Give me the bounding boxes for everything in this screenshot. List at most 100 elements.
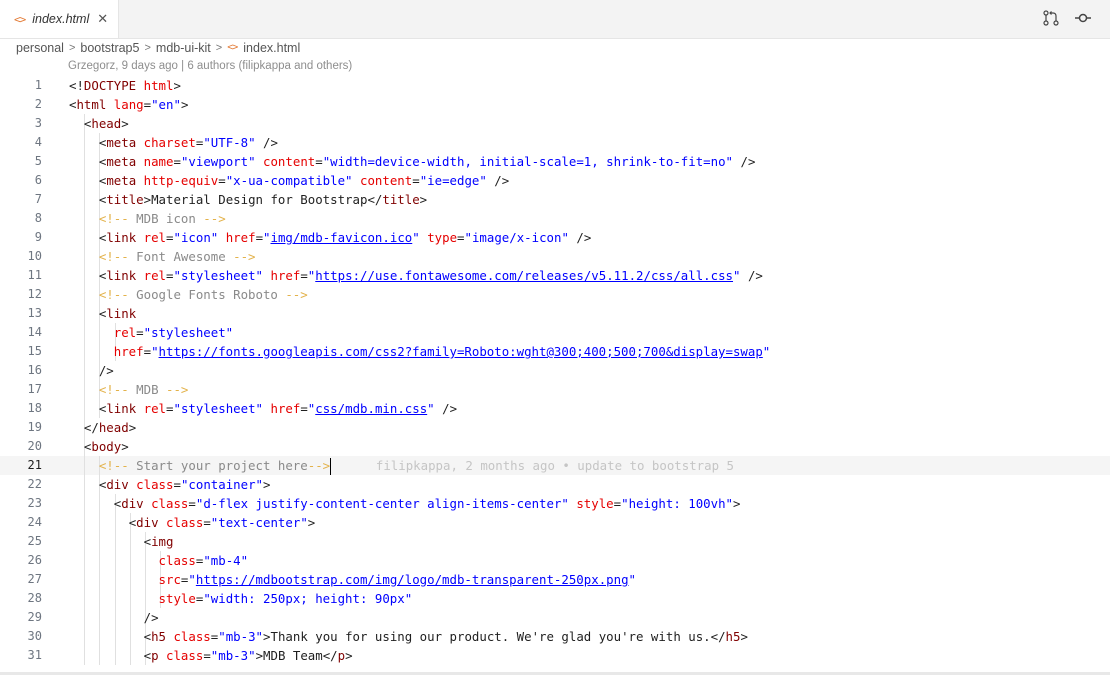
- close-icon[interactable]: ✕: [97, 12, 108, 27]
- code-line[interactable]: 4 <meta charset="UTF-8" />: [0, 133, 1110, 152]
- code-text: <!-- Start your project here--> filipkap…: [98, 458, 734, 475]
- html-code-icon: <>: [227, 42, 238, 53]
- line-number: 26: [27, 553, 42, 567]
- code-line[interactable]: 19 </head>: [0, 418, 1110, 437]
- code-line[interactable]: 13 <link: [0, 304, 1110, 323]
- code-text: <link: [98, 306, 137, 321]
- code-editor[interactable]: 1 <!DOCTYPE html> 2 <html lang="en"> 3 <head…: [0, 76, 1110, 665]
- code-line[interactable]: 28 style="width: 250px; height: 90px": [0, 589, 1110, 608]
- code-line[interactable]: 3 <head>: [0, 114, 1110, 133]
- code-line[interactable]: 7 <title>Material Design for Bootstrap</…: [0, 190, 1110, 209]
- code-text: <link rel="icon" href="img/mdb-favicon.i…: [98, 230, 592, 245]
- line-number: 2: [34, 97, 42, 111]
- code-text: <!-- Font Awesome -->: [98, 249, 256, 264]
- chevron-right-icon: >: [144, 41, 151, 54]
- line-number: 10: [27, 249, 42, 263]
- code-text: </head>: [83, 420, 137, 435]
- breadcrumb: personal > bootstrap5 > mdb-ui-kit > <> …: [16, 38, 300, 57]
- code-line[interactable]: 8 <!-- MDB icon -->: [0, 209, 1110, 228]
- line-number: 27: [27, 572, 42, 586]
- line-number: 17: [27, 382, 42, 396]
- breadcrumb-item-mdb-ui-kit[interactable]: mdb-ui-kit: [156, 41, 211, 55]
- code-text: <body>: [83, 439, 129, 454]
- code-line[interactable]: 11 <link rel="stylesheet" href="https://…: [0, 266, 1110, 285]
- tab-bar: <> index.html ✕: [0, 0, 1110, 39]
- line-number: 1: [34, 78, 42, 92]
- code-text: class="mb-4": [158, 553, 249, 568]
- tab-index-html[interactable]: <> index.html ✕: [0, 0, 119, 38]
- line-number: 22: [27, 477, 42, 491]
- code-line[interactable]: 1 <!DOCTYPE html>: [0, 76, 1110, 95]
- code-line[interactable]: 31 <p class="mb-3">MDB Team</p>: [0, 646, 1110, 665]
- code-line[interactable]: 30 <h5 class="mb-3">Thank you for using …: [0, 627, 1110, 646]
- chevron-right-icon: >: [68, 41, 76, 54]
- code-text: />: [98, 363, 114, 378]
- code-text: <div class="d-flex justify-content-cente…: [113, 496, 741, 511]
- code-line[interactable]: 22 <div class="container">: [0, 475, 1110, 494]
- code-line[interactable]: 25 <img: [0, 532, 1110, 551]
- code-text: <meta charset="UTF-8" />: [98, 135, 278, 150]
- editor-actions: [1042, 9, 1092, 27]
- line-number: 16: [27, 363, 42, 377]
- code-line[interactable]: 21 <!-- Start your project here--> filip…: [0, 456, 1110, 475]
- code-line[interactable]: 29 />: [0, 608, 1110, 627]
- html-code-icon: <>: [14, 12, 26, 26]
- code-line[interactable]: 26 class="mb-4": [0, 551, 1110, 570]
- code-line[interactable]: 17 <!-- MDB -->: [0, 380, 1110, 399]
- line-number: 23: [27, 496, 42, 510]
- code-text: <div class="text-center">: [128, 515, 316, 530]
- code-text: <!DOCTYPE html>: [69, 78, 181, 93]
- line-number: 7: [34, 192, 42, 206]
- code-text: <meta name="viewport" content="width=dev…: [98, 154, 756, 169]
- line-number: 30: [27, 629, 42, 643]
- line-number: 18: [27, 401, 42, 415]
- code-line[interactable]: 24 <div class="text-center">: [0, 513, 1110, 532]
- line-number: 12: [27, 287, 42, 301]
- code-line[interactable]: 12 <!-- Google Fonts Roboto -->: [0, 285, 1110, 304]
- line-number: 28: [27, 591, 42, 605]
- code-text: <link rel="stylesheet" href="https://use…: [98, 268, 763, 283]
- breadcrumb-item-personal[interactable]: personal: [16, 41, 64, 55]
- code-text: rel="stylesheet": [113, 325, 234, 340]
- code-line[interactable]: 10 <!-- Font Awesome -->: [0, 247, 1110, 266]
- code-line[interactable]: 9 <link rel="icon" href="img/mdb-favicon…: [0, 228, 1110, 247]
- breadcrumb-item-bootstrap5[interactable]: bootstrap5: [80, 41, 139, 55]
- code-text: style="width: 250px; height: 90px": [158, 591, 413, 606]
- line-number: 14: [27, 325, 42, 339]
- line-number: 29: [27, 610, 42, 624]
- git-commit-icon[interactable]: [1074, 9, 1092, 27]
- code-line[interactable]: 5 <meta name="viewport" content="width=d…: [0, 152, 1110, 171]
- line-number: 6: [34, 173, 42, 187]
- code-text: <div class="container">: [98, 477, 271, 492]
- line-number: 20: [27, 439, 42, 453]
- code-line[interactable]: 20 <body>: [0, 437, 1110, 456]
- code-text: />: [143, 610, 159, 625]
- code-line[interactable]: 15 href="https://fonts.googleapis.com/cs…: [0, 342, 1110, 361]
- breadcrumb-item-index-html[interactable]: index.html: [243, 41, 300, 55]
- line-number: 4: [34, 135, 42, 149]
- code-line[interactable]: 27 src="https://mdbootstrap.com/img/logo…: [0, 570, 1110, 589]
- line-number: 25: [27, 534, 42, 548]
- line-number: 31: [27, 648, 42, 662]
- tab-label: index.html: [32, 12, 90, 26]
- line-number: 9: [34, 230, 42, 244]
- code-text: src="https://mdbootstrap.com/img/logo/md…: [158, 572, 636, 587]
- code-line[interactable]: 6 <meta http-equiv="x-ua-compatible" con…: [0, 171, 1110, 190]
- code-line[interactable]: 23 <div class="d-flex justify-content-ce…: [0, 494, 1110, 513]
- code-text: <!-- MDB icon -->: [98, 211, 226, 226]
- source-control-icon[interactable]: [1042, 9, 1060, 27]
- code-text: <p class="mb-3">MDB Team</p>: [143, 648, 353, 663]
- code-text: <!-- Google Fonts Roboto -->: [98, 287, 308, 302]
- code-text: <html lang="en">: [69, 97, 189, 112]
- code-text: <title>Material Design for Bootstrap</ti…: [98, 192, 428, 207]
- line-number: 5: [34, 154, 42, 168]
- code-line[interactable]: 18 <link rel="stylesheet" href="css/mdb.…: [0, 399, 1110, 418]
- git-blame-codelens[interactable]: Grzegorz, 9 days ago | 6 authors (filipk…: [68, 60, 352, 72]
- code-text: <link rel="stylesheet" href="css/mdb.min…: [98, 401, 458, 416]
- code-text: <img: [143, 534, 174, 549]
- line-number: 21: [27, 458, 42, 472]
- code-text: <!-- MDB -->: [98, 382, 189, 397]
- code-line[interactable]: 2 <html lang="en">: [0, 95, 1110, 114]
- code-line[interactable]: 14 rel="stylesheet": [0, 323, 1110, 342]
- code-line[interactable]: 16 />: [0, 361, 1110, 380]
